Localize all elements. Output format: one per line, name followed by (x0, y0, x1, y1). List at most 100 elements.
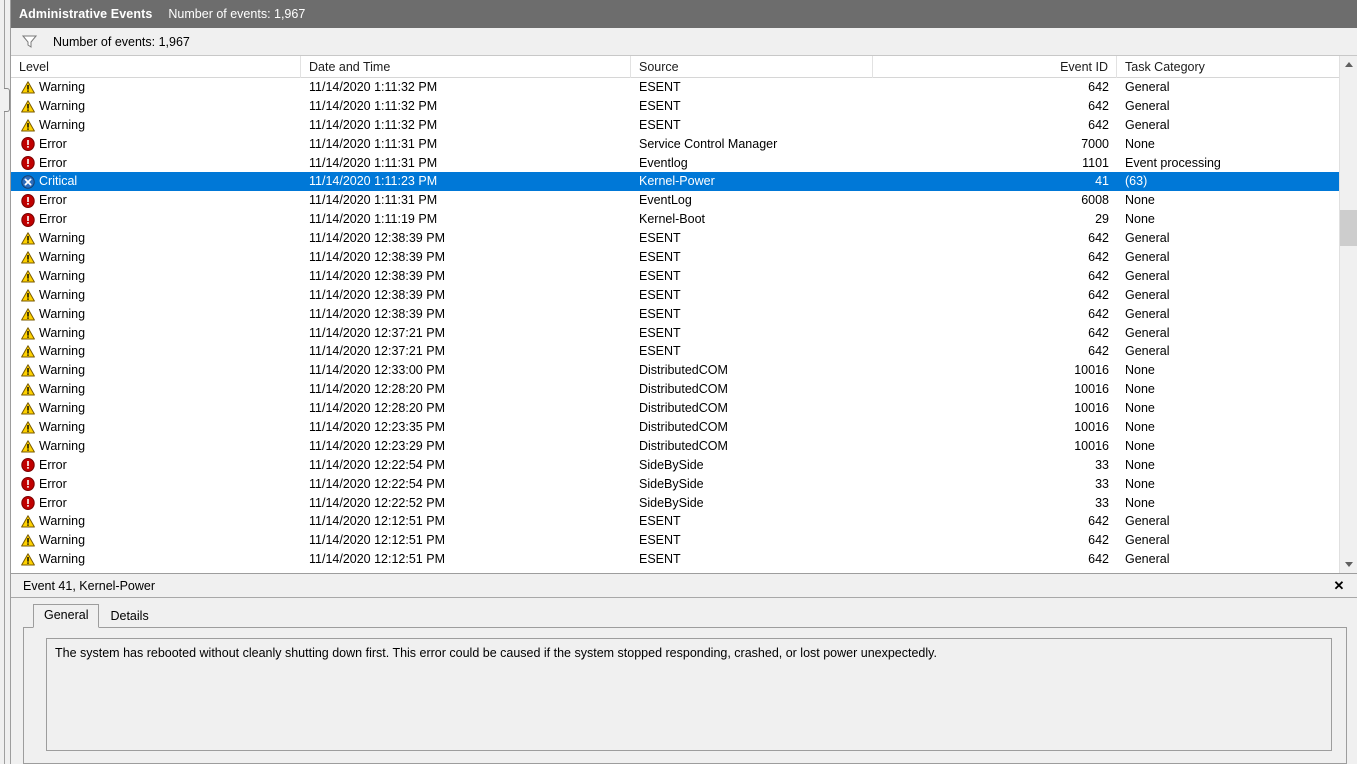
cell-source: Service Control Manager (639, 136, 778, 151)
table-row[interactable]: Warning 11/14/2020 12:23:35 PM Distributed… (11, 418, 1339, 437)
cell-source: ESENT (639, 306, 681, 321)
cell-source: ESENT (639, 533, 681, 548)
cell-source: DistributedCOM (639, 401, 728, 416)
table-row[interactable]: Warning 11/14/2020 1:11:32 PM ESENT 642 Gene… (11, 116, 1339, 135)
warning-icon (21, 99, 35, 113)
cell-source: SideBySide (639, 476, 704, 491)
cell-event-id: 10016 (1074, 420, 1109, 435)
cell-task-category: General (1125, 514, 1170, 529)
table-row[interactable]: Warning 11/14/2020 12:37:21 PM ESENT 642 Gen… (11, 342, 1339, 361)
table-row[interactable]: Error 11/14/2020 1:11:31 PM EventLog 6008 No… (11, 191, 1339, 210)
cell-task-category: General (1125, 98, 1170, 113)
table-row[interactable]: Warning 11/14/2020 1:11:32 PM ESENT 642 Gene… (11, 78, 1339, 97)
warning-icon (21, 364, 35, 378)
cell-level-label: Warning (39, 344, 86, 359)
table-row[interactable]: Error 11/14/2020 12:22:54 PM SideBySide 33 N… (11, 475, 1339, 494)
column-header-level[interactable]: Level (11, 56, 301, 78)
column-header-event-id[interactable]: Event ID (873, 56, 1117, 78)
cell-event-id: 10016 (1074, 363, 1109, 378)
cell-level: Warning (11, 550, 301, 569)
warning-icon (21, 420, 35, 434)
warning-icon (21, 439, 35, 453)
error-icon (21, 193, 35, 208)
table-row[interactable]: Warning 11/14/2020 12:12:51 PM ESENT 642 Gen… (11, 550, 1339, 569)
chevron-up-icon (1344, 62, 1353, 67)
table-row[interactable]: Warning 11/14/2020 12:12:51 PM ESENT 642 Gen… (11, 531, 1339, 550)
warning-icon (21, 345, 35, 359)
chevron-down-icon (1344, 562, 1353, 567)
cell-source: DistributedCOM (639, 438, 728, 453)
warning-icon (21, 250, 35, 264)
table-row[interactable]: Warning 11/14/2020 1:11:32 PM ESENT 642 Gene… (11, 97, 1339, 116)
table-row[interactable]: Warning 11/14/2020 12:28:20 PM Distributed… (11, 399, 1339, 418)
cell-level-label: Warning (39, 80, 86, 94)
scrollbar-thumb[interactable] (1340, 210, 1357, 246)
cell-source: Eventlog (639, 155, 688, 170)
table-row[interactable]: Error 11/14/2020 12:22:52 PM SideBySide 33 N… (11, 494, 1339, 513)
cell-level-label: Warning (39, 268, 86, 283)
cell-date-and-time: 11/14/2020 12:38:39 PM (309, 306, 445, 321)
warning-icon (21, 402, 35, 416)
table-row[interactable]: Error 11/14/2020 12:22:54 PM SideBySide 33 N… (11, 456, 1339, 475)
cell-level-label: Warning (39, 401, 86, 416)
scrollbar-track[interactable] (1340, 73, 1357, 556)
table-row[interactable]: Warning 11/14/2020 12:23:29 PM Distributed… (11, 437, 1339, 456)
cell-source: ESENT (639, 344, 681, 359)
table-row[interactable]: Warning 11/14/2020 12:28:20 PM Distributed… (11, 380, 1339, 399)
splitter-grip[interactable] (4, 88, 10, 112)
table-row[interactable]: Warning 11/14/2020 12:12:51 PM ESENT 642 Gen… (11, 512, 1339, 531)
table-row[interactable]: Error 11/14/2020 1:11:31 PM Service Contro… (11, 135, 1339, 154)
table-row[interactable]: Warning 11/14/2020 12:38:39 PM ESENT 642 Gen… (11, 305, 1339, 324)
cell-source: ESENT (639, 552, 681, 567)
event-message-text[interactable]: The system has rebooted without cleanly … (46, 638, 1332, 751)
warning-icon (21, 288, 35, 302)
cell-source: ESENT (639, 117, 681, 132)
cell-source: ESENT (639, 231, 681, 246)
cell-task-category: None (1125, 476, 1155, 491)
error-icon (21, 458, 35, 473)
warning-icon (21, 80, 35, 94)
cell-level-label: Warning (39, 533, 86, 548)
cell-source: ESENT (639, 98, 681, 113)
event-detail-title: Event 41, Kernel-Power (23, 578, 156, 593)
table-row[interactable]: Warning 11/14/2020 12:37:21 PM ESENT 642 Gen… (11, 324, 1339, 343)
filter-bar[interactable]: Number of events: 1,967 (11, 28, 1357, 56)
cell-date-and-time: 11/14/2020 1:11:32 PM (309, 117, 438, 132)
cell-source: ESENT (639, 268, 681, 283)
table-row[interactable]: Warning 11/14/2020 12:38:39 PM ESENT 642 Gen… (11, 286, 1339, 305)
event-count-label: Number of events: 1,967 (53, 34, 190, 49)
warning-icon (21, 326, 35, 340)
cell-date-and-time: 11/14/2020 12:37:21 PM (309, 344, 445, 359)
cell-date-and-time: 11/14/2020 12:23:35 PM (309, 420, 445, 435)
column-header-source[interactable]: Source (631, 56, 873, 78)
scroll-up-button[interactable] (1340, 56, 1357, 73)
cell-event-id: 642 (1088, 306, 1109, 321)
table-row[interactable]: Error 11/14/2020 1:11:31 PM Eventlog 1101 Ev… (11, 154, 1339, 173)
tab-general[interactable]: General (33, 604, 100, 628)
cell-level-label: Error (39, 495, 67, 510)
warning-icon (21, 307, 35, 321)
cell-level: Warning (11, 512, 301, 531)
table-row[interactable]: Warning 11/14/2020 12:33:00 PM Distributed… (11, 361, 1339, 380)
cell-level-label: Error (39, 136, 67, 151)
column-header-task-category[interactable]: Task Category (1117, 56, 1339, 78)
tab-details[interactable]: Details (99, 605, 159, 627)
table-row[interactable]: Critical 11/14/2020 1:11:23 PM Kernel-Powe… (11, 172, 1339, 192)
cell-level: Error (11, 494, 301, 513)
table-row[interactable]: Warning 11/14/2020 12:38:39 PM ESENT 642 Gen… (11, 267, 1339, 286)
cell-date-and-time: 11/14/2020 12:28:20 PM (309, 401, 445, 416)
cell-date-and-time: 11/14/2020 12:38:39 PM (309, 250, 445, 265)
scroll-down-button[interactable] (1340, 556, 1357, 573)
table-row[interactable]: Error 11/14/2020 1:11:19 PM Kernel-Boot 29 N… (11, 210, 1339, 229)
table-row[interactable]: Warning 11/14/2020 12:38:39 PM ESENT 642 Gen… (11, 229, 1339, 248)
cell-level: Warning (11, 248, 301, 267)
page-title: Administrative Events (19, 7, 153, 21)
close-icon[interactable]: ✕ (1331, 578, 1347, 594)
events-list-scrollbar[interactable] (1339, 56, 1357, 573)
column-header-date-and-time[interactable]: Date and Time (301, 56, 631, 78)
table-row[interactable]: Warning 11/14/2020 12:38:39 PM ESENT 642 Gen… (11, 248, 1339, 267)
cell-level-label: Warning (39, 363, 86, 378)
cell-task-category: General (1125, 533, 1170, 548)
cell-level-label: Warning (39, 420, 86, 435)
cell-date-and-time: 11/14/2020 1:11:31 PM (309, 155, 438, 170)
